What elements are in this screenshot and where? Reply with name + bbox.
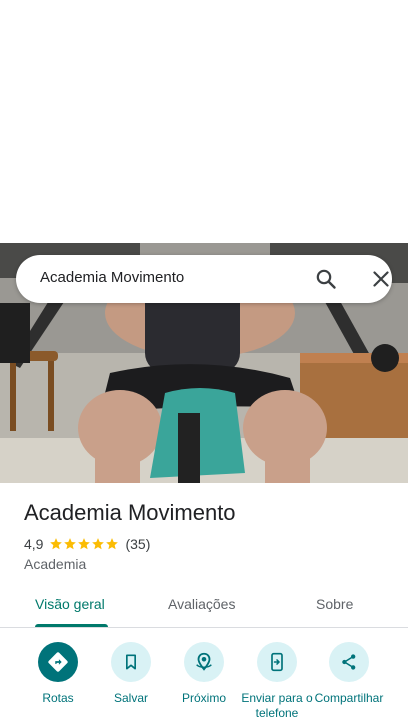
star-icon [92,538,105,550]
star-icon [106,538,119,550]
search-bar[interactable]: Academia Movimento [16,255,392,303]
close-icon[interactable] [369,267,393,291]
active-tab-indicator [35,624,108,627]
nearby-icon[interactable] [184,642,224,682]
share-label: Compartilhar [314,691,384,705]
directions-icon[interactable] [38,642,78,682]
tab-reviews[interactable]: Avaliações [168,596,235,612]
star-icon [78,538,91,550]
search-query-text[interactable]: Academia Movimento [40,269,184,286]
save-label: Salvar [113,691,148,705]
bookmark-icon[interactable] [111,642,151,682]
directions-label: Rotas [42,691,74,705]
directions-button[interactable]: Rotas [18,642,98,706]
action-bar: Rotas Salvar Próximo Enviar para o telef… [0,628,408,726]
rating-value: 4,9 [24,536,44,552]
place-category: Academia [24,556,87,572]
blank-map-area [0,0,408,243]
share-button[interactable]: Compartilhar [309,642,389,721]
review-count[interactable]: (35) [125,536,150,552]
tab-about[interactable]: Sobre [316,596,353,612]
save-button[interactable]: Salvar [91,642,171,706]
place-title: Academia Movimento [24,500,236,525]
star-icon [50,538,63,550]
send-to-phone-icon[interactable] [257,642,297,682]
nearby-button[interactable]: Próximo [164,642,244,706]
send-to-phone-button[interactable]: Enviar para o telefone [237,642,317,721]
tab-bar: Visão geral Avaliações Sobre [0,583,408,628]
tab-overview[interactable]: Visão geral [35,596,105,612]
star-icon [64,538,77,550]
share-icon[interactable] [329,642,369,682]
star-rating [49,537,119,551]
rating-row[interactable]: 4,9 (35) [24,535,150,553]
search-icon[interactable] [314,267,338,291]
nearby-label: Próximo [181,691,226,705]
send-to-phone-label: Enviar para o telefone [241,691,313,720]
